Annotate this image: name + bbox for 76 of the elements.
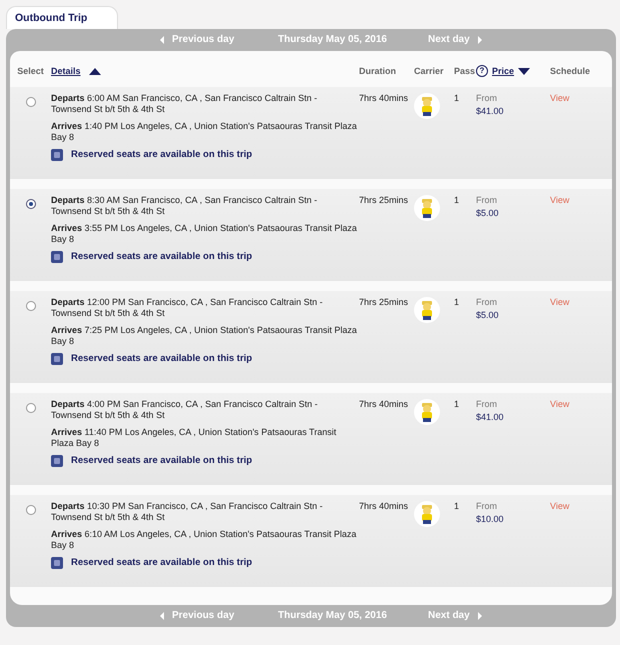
pass-count: 1 [454, 297, 460, 308]
radio-button[interactable] [26, 199, 36, 210]
date-label: Thursday May 05, 2016 [278, 34, 388, 46]
duration-text: 7hrs 40mins [359, 93, 410, 104]
sort-descending-icon[interactable] [518, 68, 530, 75]
radio-button[interactable] [26, 505, 36, 516]
reserved-seats-link[interactable]: Reserved seats are available on this trip [71, 455, 252, 468]
price-value: $5.00 [476, 310, 500, 322]
price-label: From [476, 195, 498, 206]
help-icon[interactable]: ? [476, 65, 488, 78]
arrival-text: Arrives 7:25 PM Los Angeles, CA , Union Station's Patsaouras Transit Plaza Bay 8 [51, 324, 358, 348]
previous-arrow-icon [160, 612, 164, 620]
person-icon [414, 399, 440, 426]
column-header: Schedule [550, 66, 590, 77]
duration-text: 7hrs 40mins [359, 501, 410, 512]
price-value: $10.00 [476, 514, 505, 526]
column-header: Pass [454, 66, 476, 77]
price-label: From [476, 93, 498, 104]
reserved-seats-link[interactable]: Reserved seats are available on this trip [71, 353, 252, 366]
schedule-view-link[interactable]: View [550, 297, 570, 308]
schedule-view-link[interactable]: View [550, 399, 570, 410]
price-value: $5.00 [476, 208, 500, 220]
reserved-seat-icon [51, 149, 63, 162]
duration-text: 7hrs 25mins [359, 195, 410, 206]
arrival-text: Arrives 1:40 PM Los Angeles, CA , Union Station's Patsaouras Transit Plaza Bay 8 [51, 120, 358, 144]
next-arrow-icon [478, 36, 482, 44]
date-label: Thursday May 05, 2016 [278, 610, 388, 622]
reserved-seats-link[interactable]: Reserved seats are available on this trip [71, 251, 252, 264]
person-icon [414, 501, 440, 528]
person-icon [414, 297, 440, 324]
column-header: Carrier [414, 66, 445, 77]
pass-count: 1 [454, 93, 460, 104]
pass-count: 1 [454, 195, 460, 206]
arrival-text: Arrives 3:55 PM Los Angeles, CA , Union Station's Patsaouras Transit Plaza Bay 8 [51, 222, 358, 246]
schedule-view-link[interactable]: View [550, 501, 570, 512]
departure-text: Departs 4:00 PM San Francisco, CA , San Francisco Caltrain Stn - Townsend St b/t 5th & 4th St [51, 399, 319, 422]
person-icon [414, 93, 440, 120]
radio-button[interactable] [26, 97, 36, 108]
radio-button[interactable] [26, 403, 36, 414]
pass-count: 1 [454, 501, 460, 512]
next-arrow-icon [478, 612, 482, 620]
next-day-link[interactable]: Next day [428, 34, 470, 46]
price-label: From [476, 297, 498, 308]
pass-count: 1 [454, 399, 460, 410]
reserved-seat-icon [51, 251, 63, 264]
details-sort-link[interactable]: Details [51, 66, 81, 77]
price-value: $41.00 [476, 106, 505, 118]
price-value: $41.00 [476, 412, 505, 424]
column-header: Duration [359, 66, 397, 77]
schedule-view-link[interactable]: View [550, 93, 570, 104]
column-header: Select [16, 66, 45, 77]
previous-arrow-icon [160, 36, 164, 44]
arrival-text: Arrives 6:10 AM Los Angeles, CA , Union Station's Patsaouras Transit Plaza Bay 8 [51, 528, 358, 552]
duration-text: 7hrs 25mins [359, 297, 410, 308]
departure-text: Departs 6:00 AM San Francisco, CA , San Francisco Caltrain Stn - Townsend St b/t 5th & 4th St [51, 93, 318, 116]
reserved-seats-link[interactable]: Reserved seats are available on this trip [71, 557, 252, 570]
previous-day-link[interactable]: Previous day [172, 34, 234, 46]
reserved-seat-icon [51, 557, 63, 570]
arrival-text: Arrives 11:40 PM Los Angeles, CA , Union Station's Patsaouras Transit Plaza Bay 8 [51, 426, 338, 450]
price-sort-link[interactable]: Price [492, 66, 514, 77]
schedule-view-link[interactable]: View [550, 195, 570, 206]
person-icon [414, 195, 440, 222]
reserved-seat-icon [51, 353, 63, 366]
departure-text: Departs 12:00 PM San Francisco, CA , San Francisco Caltrain Stn - Townsend St b/t 5th & 4th St [51, 297, 324, 320]
tab-label: Outbound Trip [6, 6, 118, 30]
radio-button[interactable] [26, 301, 36, 312]
sort-ascending-icon[interactable] [88, 68, 101, 75]
reserved-seat-icon [51, 455, 63, 468]
price-label: From [476, 501, 498, 512]
departure-text: Departs 10:30 PM San Francisco, CA , San Francisco Caltrain Stn - Townsend St b/t 5th & 4th St [51, 501, 324, 524]
duration-text: 7hrs 40mins [359, 399, 410, 410]
reserved-seats-link[interactable]: Reserved seats are available on this trip [71, 149, 252, 162]
price-label: From [476, 399, 498, 410]
next-day-link[interactable]: Next day [428, 610, 470, 622]
previous-day-link[interactable]: Previous day [172, 610, 234, 622]
departure-text: Departs 8:30 AM San Francisco, CA , San Francisco Caltrain Stn - Townsend St b/t 5th & 4th St [51, 195, 318, 218]
